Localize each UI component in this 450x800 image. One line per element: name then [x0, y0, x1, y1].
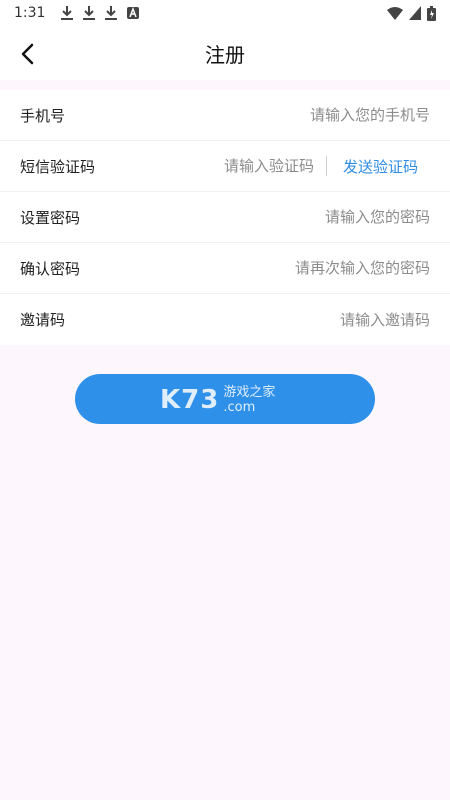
register-form: 手机号 短信验证码 发送验证码 设置密码 确认密码 邀请码	[0, 90, 450, 345]
status-bar: 1:31	[0, 0, 450, 26]
invite-code-row: 邀请码	[0, 294, 450, 345]
code-divider	[325, 156, 327, 176]
confirm-password-row: 确认密码	[0, 243, 450, 294]
download-icon	[83, 6, 96, 20]
sms-code-input[interactable]	[130, 157, 314, 175]
phone-row: 手机号	[0, 90, 450, 141]
battery-icon	[427, 5, 436, 21]
title-bar: 注册	[0, 26, 450, 80]
status-right-icons	[387, 5, 436, 21]
download-icon	[105, 6, 118, 20]
confirm-password-label: 确认密码	[20, 259, 81, 278]
status-time: 1:31	[14, 5, 46, 21]
register-button[interactable]	[75, 374, 375, 424]
password-label: 设置密码	[20, 208, 81, 227]
page-title: 注册	[205, 42, 245, 67]
a-icon	[127, 6, 140, 19]
password-row: 设置密码	[0, 192, 450, 243]
send-code-button[interactable]: 发送验证码	[343, 156, 418, 177]
sms-code-row: 短信验证码 发送验证码	[0, 141, 450, 192]
invite-code-input[interactable]	[130, 310, 430, 329]
phone-input[interactable]	[130, 106, 430, 124]
confirm-password-input[interactable]	[130, 259, 430, 277]
password-input[interactable]	[130, 208, 430, 226]
phone-label: 手机号	[20, 106, 66, 125]
sms-code-label: 短信验证码	[20, 157, 96, 176]
invite-code-label: 邀请码	[20, 311, 66, 329]
signal-icon	[409, 6, 421, 20]
wifi-icon	[387, 7, 403, 20]
download-icon	[61, 6, 74, 20]
